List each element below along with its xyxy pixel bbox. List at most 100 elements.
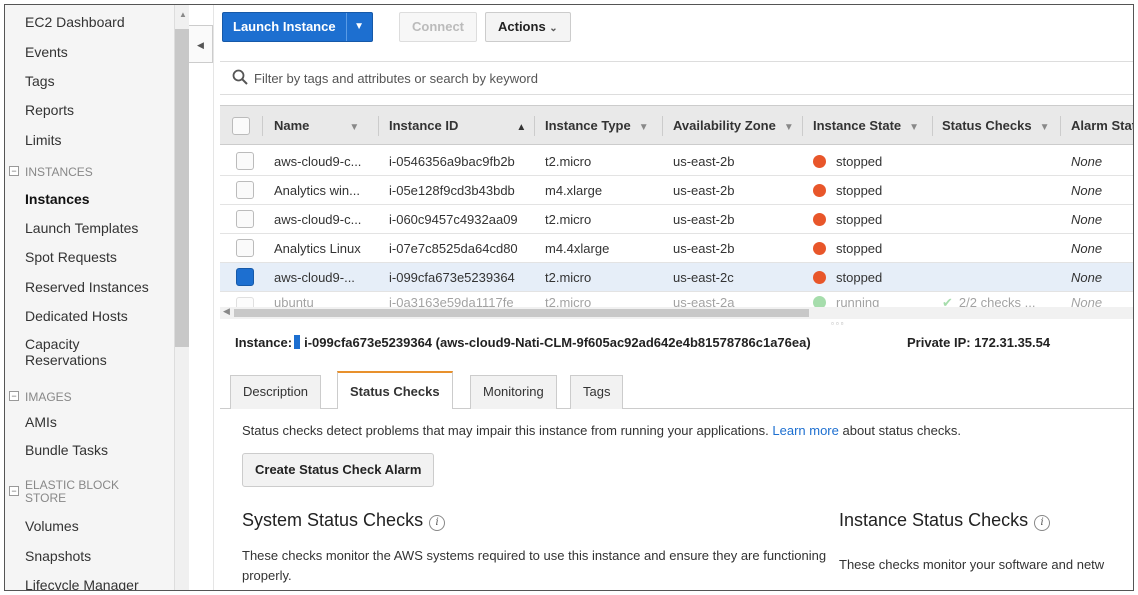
cell-instance-type: t2.micro [545,270,592,285]
row-checkbox[interactable] [236,152,254,170]
tab-monitoring[interactable]: Monitoring [470,375,557,409]
instance-value: i-099cfa673e5239364 (aws-cloud9-Nati-CLM… [304,335,811,350]
column-header-instance-id[interactable]: Instance ID ▲ [389,106,526,148]
column-label: Instance Type [545,118,631,133]
row-checkbox[interactable] [236,181,254,199]
column-header-name[interactable]: Name ▼ [274,106,359,148]
sidebar-section-elastic-block-store[interactable]: − ELASTIC BLOCK STORE [9,479,149,505]
cell-instance-type: m4.xlarge [545,183,603,198]
sidebar-scroll-thumb[interactable] [175,29,189,347]
table-row[interactable]: ubuntu i-0a3163e59da1117fe t2.micro us-e… [220,292,1133,308]
sidebar-item-amis[interactable]: AMIs [25,414,57,430]
sidebar-item-spot-requests[interactable]: Spot Requests [25,249,117,265]
sidebar-section-images[interactable]: − IMAGES [9,391,72,404]
row-checkbox[interactable] [236,210,254,228]
section-title-text: Instance Status Checks [839,510,1029,530]
collapse-sidebar-chevron-icon[interactable]: ◀ [189,25,213,63]
sidebar-item-tags[interactable]: Tags [25,73,55,89]
cell-name: Analytics win... [274,183,360,198]
instance-status-checks-title: Instance Status Checks i [839,510,1051,531]
scroll-left-arrow-icon[interactable]: ◀ [223,306,230,317]
collapse-toggle-icon[interactable]: − [9,391,19,401]
column-header-instance-type[interactable]: Instance Type ▼ [545,106,649,148]
sidebar-item-ec2-dashboard[interactable]: EC2 Dashboard [25,14,125,30]
column-header-instance-state[interactable]: Instance State ▼ [813,106,919,148]
sidebar-item-bundle-tasks[interactable]: Bundle Tasks [25,442,108,458]
state-label: stopped [836,241,883,256]
connect-button[interactable]: Connect [399,12,477,42]
table-row-selected[interactable]: aws-cloud9-... i-099cfa673e5239364 t2.mi… [220,263,1133,292]
resize-grip-icon[interactable]: ▫▫▫ [831,319,846,328]
column-header-status-checks[interactable]: Status Checks ▼ [942,106,1050,148]
cell-availability-zone: us-east-2b [673,154,735,169]
sort-ascending-icon: ▲ [516,122,527,133]
column-divider [378,116,379,136]
sidebar-item-snapshots[interactable]: Snapshots [25,548,91,564]
scroll-up-arrow-icon[interactable]: ▲ [179,10,187,19]
sort-icon: ▼ [349,122,360,133]
column-divider [932,116,933,136]
cell-instance-type: t2.micro [545,212,592,227]
cell-availability-zone: us-east-2c [673,270,734,285]
state-label: stopped [836,212,883,227]
table-row[interactable]: aws-cloud9-c... i-0546356a9bac9fb2b t2.m… [220,147,1133,176]
launch-instance-button[interactable]: Launch Instance ▼ [222,12,373,42]
sidebar-item-instances[interactable]: Instances [25,191,90,207]
sidebar-scrollbar[interactable]: ▲ [175,5,189,590]
sidebar-item-events[interactable]: Events [25,44,68,60]
table-scroll-thumb[interactable] [234,309,809,317]
column-header-availability-zone[interactable]: Availability Zone ▼ [673,106,794,148]
select-all-checkbox[interactable] [232,117,250,135]
tab-tags[interactable]: Tags [570,375,624,409]
sidebar-item-reports[interactable]: Reports [25,102,74,118]
cell-instance-state: stopped [813,147,882,176]
sidebar-item-dedicated-hosts[interactable]: Dedicated Hosts [25,308,128,324]
row-checkbox-checked[interactable] [236,268,254,286]
column-label: Instance State [813,118,902,133]
table-row[interactable]: Analytics Linux i-07e7c8525da64cd80 m4.4… [220,234,1133,263]
collapse-toggle-icon[interactable]: − [9,486,19,496]
column-header-alarm-status[interactable]: Alarm Stat [1071,106,1133,146]
cell-availability-zone: us-east-2b [673,183,735,198]
column-label: Name [274,118,310,133]
cell-instance-state: stopped [813,205,882,234]
create-status-check-alarm-button[interactable]: Create Status Check Alarm [242,453,435,487]
tab-description[interactable]: Description [230,375,322,409]
table-row[interactable]: Analytics win... i-05e128f9cd3b43bdb m4.… [220,176,1133,205]
row-checkbox[interactable] [236,239,254,257]
learn-more-link[interactable]: Learn more [772,423,838,438]
column-divider [534,116,535,136]
cell-instance-type: t2.micro [545,154,592,169]
sidebar-item-reserved-instances[interactable]: Reserved Instances [25,279,149,295]
cell-availability-zone: us-east-2a [673,295,735,308]
caret-down-icon[interactable]: ▼ [345,13,372,41]
sidebar-section-title: INSTANCES [25,165,93,179]
table-row[interactable]: aws-cloud9-c... i-060c9457c4932aa09 t2.m… [220,205,1133,234]
info-icon[interactable]: i [1034,515,1051,531]
search-input[interactable]: Filter by tags and attributes or search … [220,61,1133,95]
tab-status-checks[interactable]: Status Checks [337,371,453,409]
cell-name: aws-cloud9-c... [274,154,362,169]
cell-alarm-status: None [1071,183,1103,198]
sidebar-item-capacity-reservations[interactable]: Capacity Reservations [25,336,155,368]
sidebar-item-volumes[interactable]: Volumes [25,518,79,534]
instance-label: Instance: [235,335,293,350]
collapse-toggle-icon[interactable]: − [9,166,19,176]
sidebar-item-lifecycle-manager[interactable]: Lifecycle Manager [25,577,139,590]
info-icon[interactable]: i [429,515,446,531]
instances-table-header: Name ▼ Instance ID ▲ Instance Type ▼ Availa… [220,105,1133,148]
sidebar-section-instances[interactable]: − INSTANCES [9,166,93,179]
sidebar-item-limits[interactable]: Limits [25,132,62,148]
cell-instance-type: t2.micro [545,295,592,308]
instance-status-checks-text: These checks monitor your software and n… [839,557,1105,572]
launch-instance-label: Launch Instance [233,19,336,34]
table-horizontal-scrollbar[interactable]: ◀ [220,306,1133,319]
cell-alarm-status: None [1071,241,1103,256]
cell-status-checks: ✔ 2/2 checks ... [942,292,1036,307]
cell-alarm-status: None [1071,270,1103,285]
state-label: stopped [836,154,883,169]
actions-button[interactable]: Actions ⌄ [485,12,571,42]
stopped-status-icon [813,213,826,226]
cell-instance-id: i-07e7c8525da64cd80 [389,241,518,256]
sidebar-item-launch-templates[interactable]: Launch Templates [25,220,138,236]
